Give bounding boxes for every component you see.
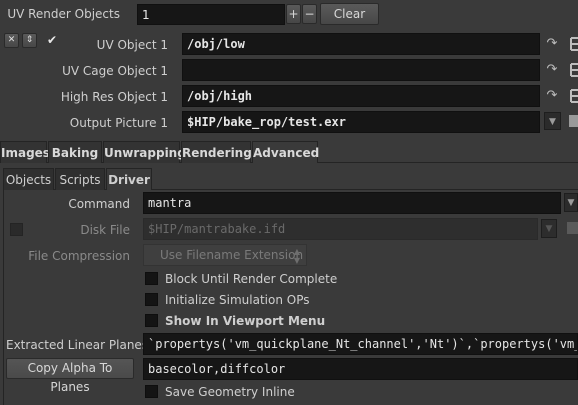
tab-unwrapping[interactable]: Unwrapping [103,141,186,163]
tab-rendering[interactable]: Rendering [181,141,252,163]
extracted-planes-label: Extracted Linear Planes [6,338,149,352]
show-in-viewport-checkbox[interactable] [145,314,158,327]
tab-advanced[interactable]: Advanced [252,141,319,163]
panel-left-border [3,190,4,405]
show-in-viewport-label: Show In Viewport Menu [165,314,326,328]
move-entry-button[interactable]: ⇕ [22,33,37,48]
uv-render-count-field[interactable]: 1 [137,4,285,25]
block-until-render-checkbox[interactable] [145,272,158,285]
uv-cage-object-field[interactable] [182,59,540,81]
tab-baking[interactable]: Baking [48,141,102,163]
output-picture-field[interactable]: $HIP/bake_rop/test.exr [182,111,540,133]
arrow-chooser-icon[interactable]: ↷ [544,88,560,104]
uv-render-objects-label: UV Render Objects [7,7,120,21]
save-geometry-inline-label: Save Geometry Inline [165,385,295,399]
init-simulation-label: Initialize Simulation OPs [165,293,310,307]
copy-alpha-to-planes-field[interactable]: basecolor,diffcolor [143,358,578,380]
tab-scripts[interactable]: Scripts [55,168,105,190]
copy-alpha-to-planes-button[interactable]: Copy Alpha To Planes [6,358,134,394]
uv-object-field[interactable]: /obj/low [182,33,540,55]
updown-arrow-icon: ▲ ▼ [293,247,301,265]
node-tree-icon[interactable] [566,36,578,52]
add-instance-button[interactable]: + [286,4,301,24]
tab-objects[interactable]: Objects [3,168,54,190]
init-simulation-checkbox[interactable] [145,293,158,306]
dropdown-arrow-icon[interactable]: ▼ [544,112,561,130]
output-picture-label: Output Picture 1 [69,116,168,130]
dropdown-arrow-icon[interactable]: ▼ [564,193,578,212]
remove-instance-button[interactable]: − [302,4,317,24]
file-compression-label: File Compression [28,249,130,263]
extracted-planes-field[interactable]: `propertys('vm_quickplane_Nt_channel','N… [143,333,578,355]
high-res-object-label: High Res Object 1 [60,90,168,104]
tab-driver[interactable]: Driver [106,168,152,190]
tab-images[interactable]: Images [0,141,50,163]
uv-cage-object-label: UV Cage Object 1 [62,64,168,78]
node-tree-icon[interactable] [566,62,578,78]
clear-button[interactable]: Clear [320,3,379,25]
file-compression-menu[interactable]: Use Filename Extension [143,244,307,266]
remove-entry-button[interactable]: ✕ [4,33,19,48]
command-field[interactable]: mantra [143,192,561,214]
node-tree-icon[interactable] [566,88,578,104]
file-chooser-icon[interactable] [568,113,578,129]
uv-object-label: UV Object 1 [96,38,168,52]
arrow-chooser-icon[interactable]: ↷ [544,62,560,78]
disk-file-label: Disk File [80,223,130,237]
save-geometry-inline-checkbox[interactable] [145,385,158,398]
block-until-render-label: Block Until Render Complete [165,272,338,286]
high-res-object-field[interactable]: /obj/high [182,85,540,107]
file-chooser-icon[interactable] [566,220,578,236]
command-label: Command [68,197,130,211]
arrow-chooser-icon[interactable]: ↷ [544,36,560,52]
dropdown-arrow-icon[interactable]: ▼ [541,219,557,238]
disk-file-field[interactable]: $HIP/mantrabake.ifd [143,218,538,240]
